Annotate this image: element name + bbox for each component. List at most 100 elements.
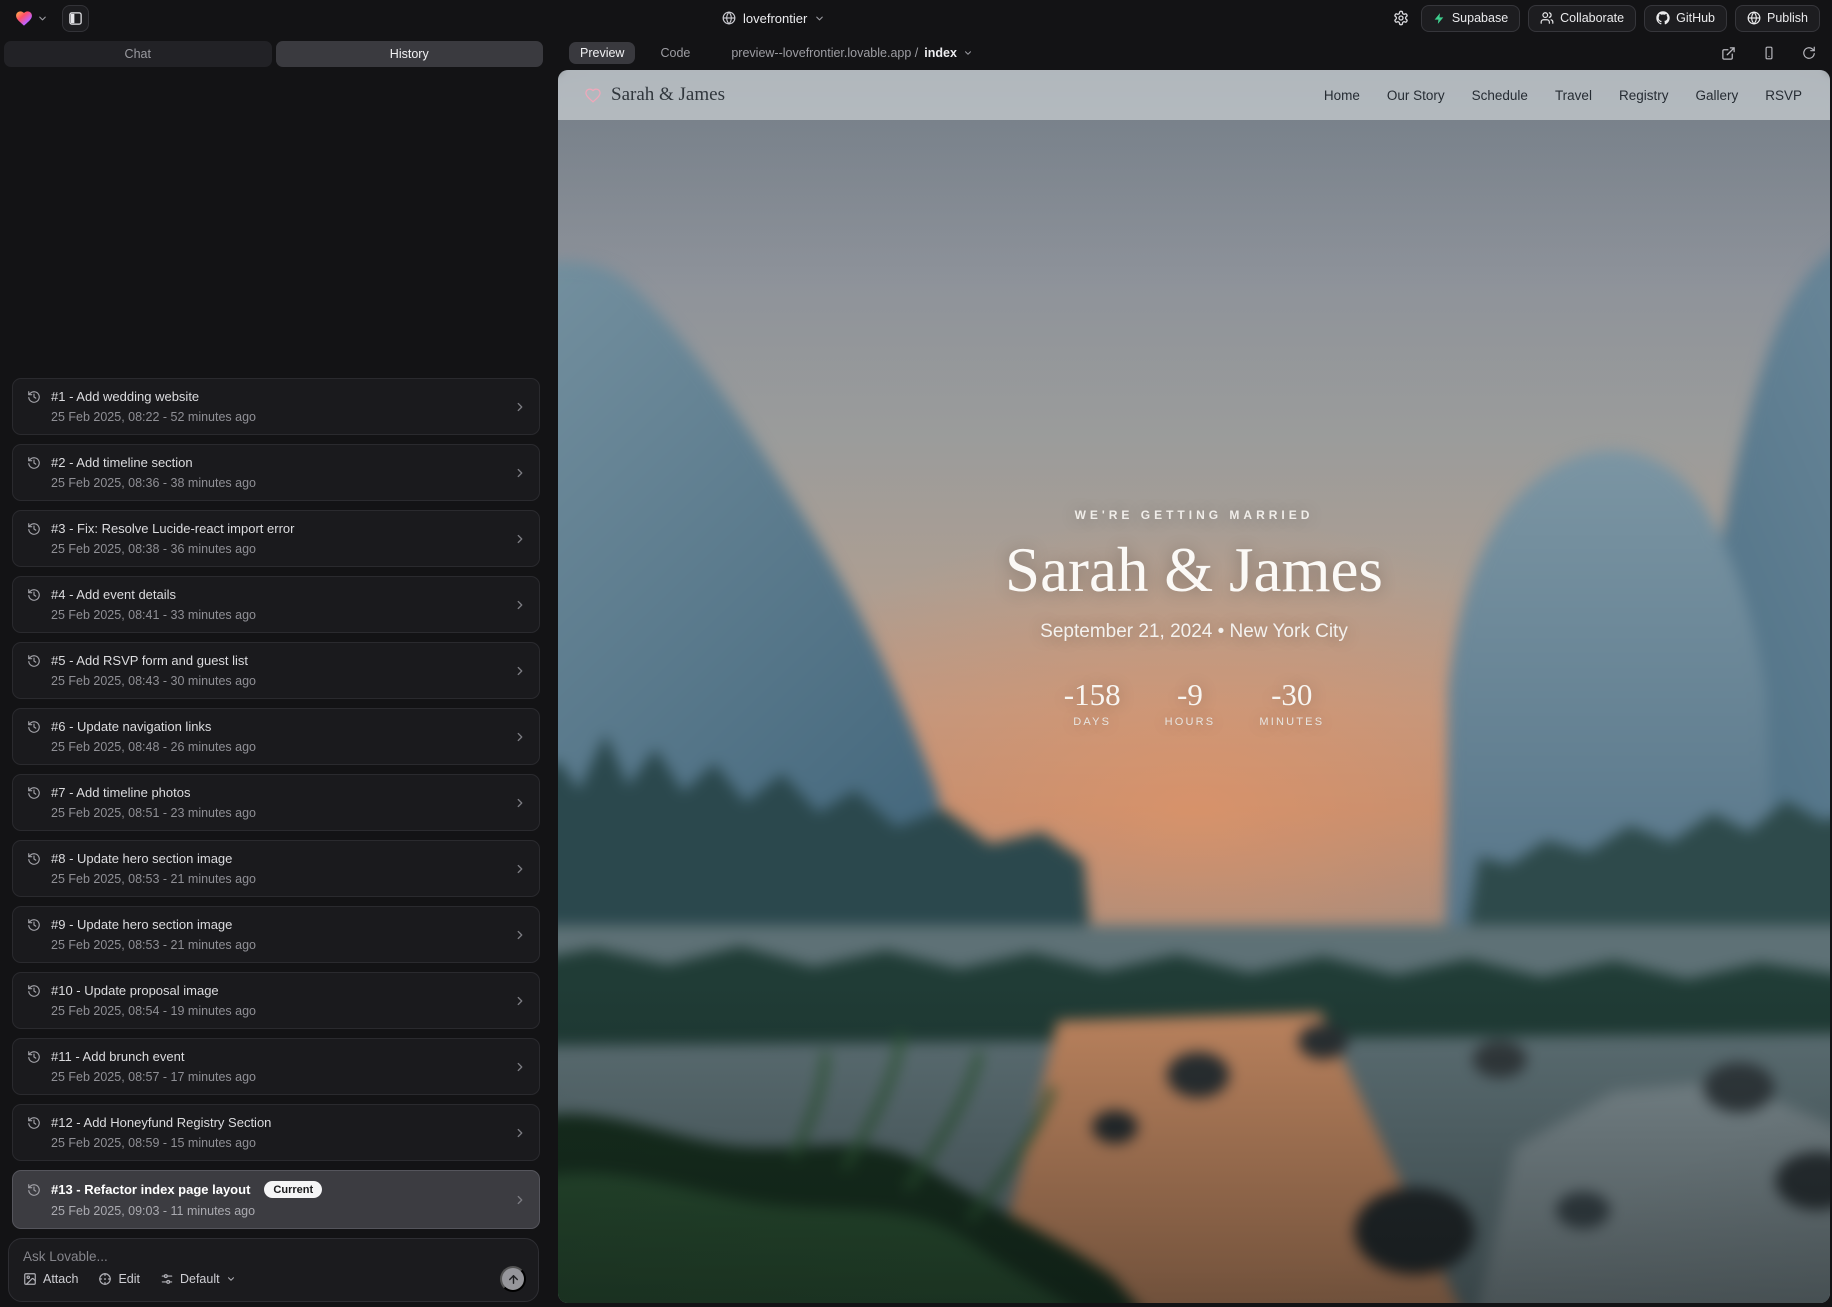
history-icon xyxy=(27,390,41,404)
project-switcher[interactable]: lovefrontier xyxy=(722,0,825,36)
chevron-right-icon[interactable] xyxy=(513,598,527,612)
hero-date-location: September 21, 2024 • New York City xyxy=(558,621,1830,643)
nav-link-schedule[interactable]: Schedule xyxy=(1472,88,1528,103)
history-item[interactable]: #10 - Update proposal image 25 Feb 2025,… xyxy=(12,972,540,1029)
countdown-hours: -9 HOURS xyxy=(1165,677,1216,728)
history-item[interactable]: #13 - Refactor index page layout Current… xyxy=(12,1170,540,1229)
history-icon xyxy=(27,588,41,602)
github-label: GitHub xyxy=(1676,11,1715,25)
chevron-right-icon[interactable] xyxy=(513,1060,527,1074)
panel-left-icon xyxy=(68,11,83,26)
history-item[interactable]: #7 - Add timeline photos 25 Feb 2025, 08… xyxy=(12,774,540,831)
supabase-button[interactable]: Supabase xyxy=(1421,5,1520,32)
countdown-days: -158 DAYS xyxy=(1064,677,1121,728)
nav-link-our-story[interactable]: Our Story xyxy=(1387,88,1445,103)
history-icon xyxy=(27,456,41,470)
history-item[interactable]: #6 - Update navigation links 25 Feb 2025… xyxy=(12,708,540,765)
github-icon xyxy=(1656,11,1670,25)
tab-code[interactable]: Code xyxy=(649,42,701,64)
attach-button[interactable]: Attach xyxy=(23,1272,78,1286)
history-item-timestamp: 25 Feb 2025, 08:22 - 52 minutes ago xyxy=(51,410,505,424)
chevron-down-icon xyxy=(963,48,973,58)
preview-url-page: index xyxy=(924,46,957,60)
history-item[interactable]: #1 - Add wedding website 25 Feb 2025, 08… xyxy=(12,378,540,435)
lovable-logo-menu[interactable] xyxy=(14,9,48,28)
sidebar-toggle-button[interactable] xyxy=(62,5,89,32)
history-item-timestamp: 25 Feb 2025, 08:57 - 17 minutes ago xyxy=(51,1070,505,1084)
chevron-down-icon xyxy=(37,13,48,24)
chevron-right-icon[interactable] xyxy=(513,928,527,942)
collaborate-button[interactable]: Collaborate xyxy=(1528,5,1636,32)
prompt-input[interactable] xyxy=(23,1249,526,1266)
history-item[interactable]: #8 - Update hero section image 25 Feb 20… xyxy=(12,840,540,897)
website-preview: Sarah & James Home Our Story Schedule Tr… xyxy=(558,70,1830,1303)
chevron-right-icon[interactable] xyxy=(513,532,527,546)
chevron-right-icon[interactable] xyxy=(513,994,527,1008)
hero-eyebrow: WE'RE GETTING MARRIED xyxy=(558,508,1830,522)
nav-link-registry[interactable]: Registry xyxy=(1619,88,1669,103)
mode-selector[interactable]: Default xyxy=(160,1272,236,1286)
countdown-days-value: -158 xyxy=(1064,677,1121,713)
tab-preview[interactable]: Preview xyxy=(569,42,635,64)
github-button[interactable]: GitHub xyxy=(1644,5,1727,32)
history-icon xyxy=(27,786,41,800)
publish-label: Publish xyxy=(1767,11,1808,25)
mobile-view-icon[interactable] xyxy=(1762,46,1776,60)
publish-button[interactable]: Publish xyxy=(1735,5,1820,32)
chevron-right-icon[interactable] xyxy=(513,1126,527,1140)
site-header: Sarah & James Home Our Story Schedule Tr… xyxy=(558,70,1830,120)
chevron-right-icon[interactable] xyxy=(513,1193,527,1207)
tab-chat[interactable]: Chat xyxy=(4,41,272,67)
history-item[interactable]: #4 - Add event details 25 Feb 2025, 08:4… xyxy=(12,576,540,633)
lovable-heart-logo-icon xyxy=(14,9,34,28)
heart-icon xyxy=(584,87,602,104)
preview-panel: Preview Code preview--lovefrontier.lovab… xyxy=(547,36,1832,1307)
preview-url[interactable]: preview--lovefrontier.lovable.app / inde… xyxy=(731,46,973,60)
history-item-timestamp: 25 Feb 2025, 08:54 - 19 minutes ago xyxy=(51,1004,505,1018)
nav-link-rsvp[interactable]: RSVP xyxy=(1765,88,1802,103)
countdown-days-label: DAYS xyxy=(1064,716,1121,728)
chevron-right-icon[interactable] xyxy=(513,862,527,876)
history-item-title: #10 - Update proposal image xyxy=(51,983,219,998)
history-item[interactable]: #5 - Add RSVP form and guest list 25 Feb… xyxy=(12,642,540,699)
history-item-timestamp: 25 Feb 2025, 08:41 - 33 minutes ago xyxy=(51,608,505,622)
history-item-title: #4 - Add event details xyxy=(51,587,176,602)
history-item-timestamp: 25 Feb 2025, 08:38 - 36 minutes ago xyxy=(51,542,505,556)
supabase-label: Supabase xyxy=(1452,11,1508,25)
history-item-title: #9 - Update hero section image xyxy=(51,917,232,932)
history-item[interactable]: #9 - Update hero section image 25 Feb 20… xyxy=(12,906,540,963)
history-item-timestamp: 25 Feb 2025, 08:59 - 15 minutes ago xyxy=(51,1136,505,1150)
history-item-timestamp: 25 Feb 2025, 08:51 - 23 minutes ago xyxy=(51,806,505,820)
history-item[interactable]: #11 - Add brunch event 25 Feb 2025, 08:5… xyxy=(12,1038,540,1095)
history-item-title: #8 - Update hero section image xyxy=(51,851,232,866)
chevron-right-icon[interactable] xyxy=(513,400,527,414)
chevron-down-icon xyxy=(226,1274,236,1284)
chevron-down-icon xyxy=(814,13,825,24)
refresh-icon[interactable] xyxy=(1802,46,1816,60)
open-external-icon[interactable] xyxy=(1721,46,1736,61)
supabase-bolt-icon xyxy=(1433,12,1446,25)
settings-gear-icon[interactable] xyxy=(1393,10,1409,26)
nav-link-travel[interactable]: Travel xyxy=(1555,88,1592,103)
countdown-minutes-label: MINUTES xyxy=(1259,716,1324,728)
publish-globe-icon xyxy=(1747,11,1761,25)
history-icon xyxy=(27,1116,41,1130)
tab-history[interactable]: History xyxy=(276,41,544,67)
site-brand[interactable]: Sarah & James xyxy=(558,84,725,106)
chevron-right-icon[interactable] xyxy=(513,796,527,810)
edit-select-button[interactable]: Edit xyxy=(98,1272,140,1286)
send-button[interactable] xyxy=(500,1266,526,1292)
chevron-right-icon[interactable] xyxy=(513,664,527,678)
nav-link-home[interactable]: Home xyxy=(1324,88,1360,103)
history-item-title: #5 - Add RSVP form and guest list xyxy=(51,653,248,668)
history-item-title: #6 - Update navigation links xyxy=(51,719,211,734)
chevron-right-icon[interactable] xyxy=(513,730,527,744)
chevron-right-icon[interactable] xyxy=(513,466,527,480)
crosshair-icon xyxy=(98,1272,112,1286)
preview-toolbar: Preview Code preview--lovefrontier.lovab… xyxy=(547,36,1832,70)
history-item[interactable]: #12 - Add Honeyfund Registry Section 25 … xyxy=(12,1104,540,1161)
mode-label: Default xyxy=(180,1272,220,1286)
nav-link-gallery[interactable]: Gallery xyxy=(1695,88,1738,103)
history-item[interactable]: #3 - Fix: Resolve Lucide-react import er… xyxy=(12,510,540,567)
history-item[interactable]: #2 - Add timeline section 25 Feb 2025, 0… xyxy=(12,444,540,501)
